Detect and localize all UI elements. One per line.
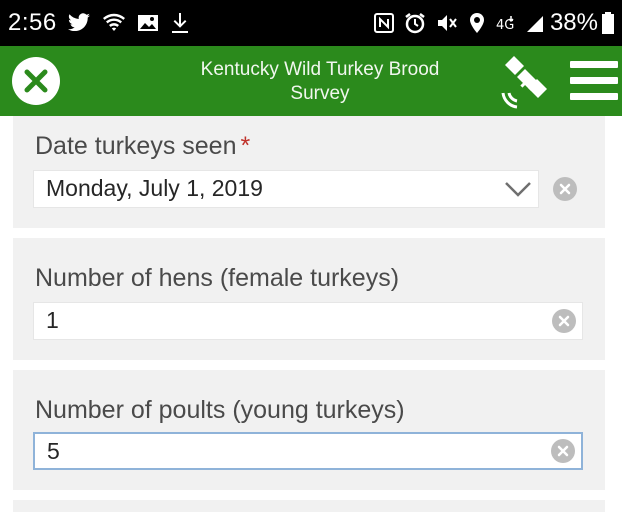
clear-poults-button[interactable] — [551, 439, 575, 463]
signal-icon — [526, 13, 544, 33]
menu-icon-bar — [570, 77, 618, 84]
date-picker-field[interactable]: Monday, July 1, 2019 — [33, 170, 539, 208]
image-icon — [137, 13, 159, 33]
hens-input[interactable]: 1 — [33, 302, 583, 340]
alarm-icon — [404, 12, 426, 34]
status-bar: 2:56 4G 38% — [0, 0, 622, 46]
app-title: Kentucky Wild Turkey Brood Survey — [200, 59, 440, 104]
poults-value: 5 — [47, 438, 60, 464]
date-label: Date turkeys seen * — [35, 132, 250, 161]
required-mark: * — [240, 132, 251, 160]
survey-form: Date turkeys seen * Monday, July 1, 2019 … — [0, 116, 622, 512]
app-header: Kentucky Wild Turkey Brood Survey — [0, 46, 622, 116]
clear-hens-button[interactable] — [552, 309, 576, 333]
battery-percent: 38% — [549, 9, 598, 36]
close-button[interactable] — [12, 57, 60, 105]
clear-icon — [557, 445, 569, 457]
nfc-icon — [373, 13, 394, 33]
menu-icon-bar — [570, 93, 618, 100]
hens-value: 1 — [46, 307, 59, 333]
poults-question-card: Number of poults (young turkeys) 5 — [13, 370, 605, 490]
4g-icon: 4G — [496, 13, 516, 33]
satellite-icon — [501, 56, 547, 109]
clear-date-button[interactable] — [553, 177, 577, 201]
clear-icon — [559, 183, 571, 195]
next-question-card — [13, 500, 605, 512]
date-value: Monday, July 1, 2019 — [46, 175, 263, 201]
chevron-down-icon[interactable] — [504, 180, 532, 198]
mute-icon — [436, 12, 458, 34]
menu-button[interactable] — [570, 61, 618, 101]
poults-input[interactable]: 5 — [33, 432, 583, 470]
location-icon — [468, 12, 486, 34]
battery-icon — [602, 12, 614, 34]
date-question-card: Date turkeys seen * Monday, July 1, 2019 — [13, 116, 605, 228]
location-button[interactable] — [497, 53, 555, 111]
hens-question-card: Number of hens (female turkeys) 1 — [13, 238, 605, 360]
close-icon — [24, 69, 48, 93]
menu-icon-bar — [570, 61, 618, 68]
download-icon — [171, 12, 189, 34]
poults-label: Number of poults (young turkeys) — [35, 396, 405, 424]
hens-label: Number of hens (female turkeys) — [35, 264, 400, 292]
date-label-text: Date turkeys seen — [35, 132, 237, 160]
wifi-icon — [102, 13, 125, 33]
status-time: 2:56 — [8, 9, 57, 36]
twitter-icon — [67, 13, 91, 33]
clear-icon — [558, 315, 570, 327]
